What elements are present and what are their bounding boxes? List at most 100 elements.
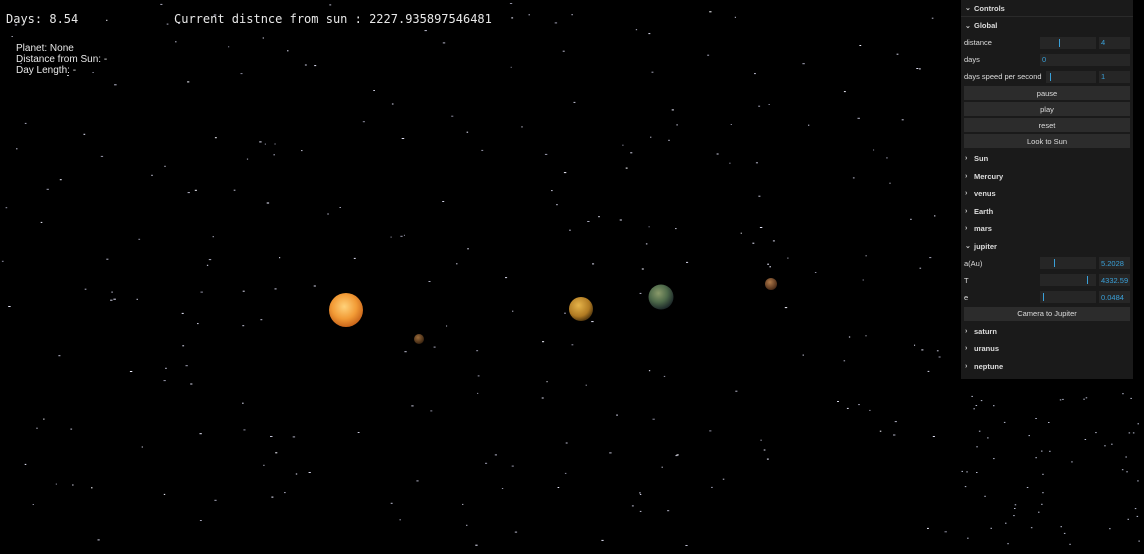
star [919,267,922,269]
folder-saturn[interactable]: › saturn [961,323,1133,341]
play-button[interactable]: play [964,102,1130,116]
mercury-body[interactable] [414,334,424,344]
star [976,472,978,473]
star [199,520,202,521]
star [651,71,654,73]
e-input[interactable]: 0.0484 [1099,291,1130,303]
star [242,325,245,327]
star [304,64,307,66]
a-input[interactable]: 5.2028 [1099,257,1130,269]
star [735,390,738,392]
star [329,4,332,6]
star [914,344,916,346]
folder-earth[interactable]: › Earth [961,203,1133,221]
star [391,103,394,105]
star [802,354,804,356]
star [228,46,230,48]
star [1049,450,1051,452]
reset-button[interactable]: reset [964,118,1130,132]
star [136,298,138,300]
a-slider[interactable] [1040,257,1096,269]
star [858,404,860,406]
controls-title[interactable]: ⌄ Controls [961,0,1133,17]
star [129,371,133,372]
e-slider[interactable] [1040,291,1096,303]
star [72,484,74,486]
t-slider[interactable] [1040,274,1096,286]
star [242,402,244,404]
days-input[interactable]: 0 [1040,53,1130,66]
star [91,487,93,489]
star [631,505,634,507]
star [734,16,736,18]
star [264,143,266,145]
star [622,144,624,146]
star [199,433,202,435]
star [273,154,275,156]
star [521,126,523,128]
star [645,243,648,245]
star [279,257,281,259]
star [927,527,929,529]
distance-input[interactable]: 4 [1099,36,1130,49]
star [485,462,488,464]
folder-label: saturn [974,326,997,336]
folder-mercury[interactable]: › Mercury [961,168,1133,186]
chevron-right-icon: › [965,362,968,370]
star [729,162,731,164]
venus-body[interactable] [569,297,593,321]
look-to-sun-button[interactable]: Look to Sun [964,134,1130,148]
slider-knob [1050,72,1051,81]
star [758,195,761,197]
star [686,261,689,263]
star [564,472,567,474]
star [541,397,544,399]
star [163,493,166,495]
earth-body[interactable] [648,284,674,310]
star [1007,543,1009,545]
star [1084,439,1087,440]
folder-neptune[interactable]: › neptune [961,358,1133,376]
slider-knob [1043,293,1044,301]
star [931,17,934,19]
sun-body[interactable] [329,293,363,327]
star [442,201,445,202]
pause-button[interactable]: pause [964,86,1130,100]
star [938,356,941,358]
star [399,519,401,521]
folder-sun[interactable]: › Sun [961,150,1133,168]
star [1137,480,1139,482]
folder-global[interactable]: ⌄ Global [961,17,1133,34]
star [1104,445,1106,447]
star [1014,508,1016,509]
star [961,470,963,472]
folder-venus[interactable]: › venus [961,185,1133,203]
mars-body[interactable] [765,278,777,290]
star [768,104,770,105]
star [716,153,719,155]
star [663,375,666,377]
speed-label: days speed per second [964,72,1042,81]
star [754,73,756,75]
camera-to-jupiter-button[interactable]: Camera to Jupiter [964,306,1130,321]
folder-label: Sun [974,154,989,164]
star [889,182,891,184]
star [138,238,141,240]
star [106,258,109,260]
t-input[interactable]: 4332.59 [1099,274,1130,286]
star [1013,515,1015,517]
distance-slider[interactable] [1040,36,1096,49]
star [591,321,594,323]
star [214,499,217,501]
star [843,91,846,93]
speed-slider[interactable] [1046,70,1096,83]
star [295,473,298,475]
folder-jupiter[interactable]: ⌄ jupiter [961,237,1133,255]
star [185,365,188,367]
folder-mars[interactable]: › mars [961,220,1133,238]
star [353,257,356,259]
star [1035,418,1037,419]
star [477,375,480,377]
speed-input[interactable]: 1 [1099,70,1130,83]
folder-uranus[interactable]: › uranus [961,340,1133,358]
